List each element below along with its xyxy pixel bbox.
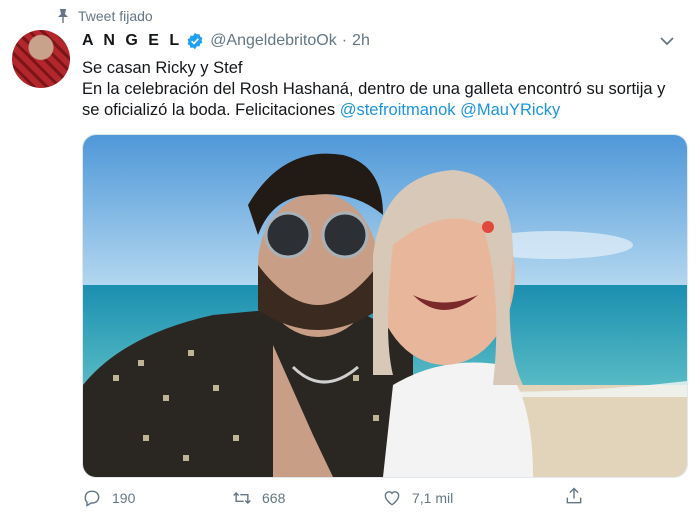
share-button[interactable] — [564, 486, 700, 506]
tweet-actions: 190 668 7,1 mil — [82, 486, 602, 510]
author-name[interactable]: A N G E L — [82, 32, 182, 50]
retweet-icon — [233, 491, 251, 505]
retweet-button[interactable]: 668 — [232, 488, 382, 508]
beach-selfie-photo — [83, 135, 687, 477]
retweet-count: 668 — [262, 490, 286, 506]
verified-badge-icon — [187, 32, 203, 50]
like-button[interactable]: 7,1 mil — [382, 488, 532, 508]
author-handle[interactable]: @AngeldebritoOk — [210, 32, 337, 50]
separator-dot: · — [341, 32, 348, 49]
mention-link-stef[interactable]: @stefroitmanok — [340, 101, 456, 119]
mention-link-ricky[interactable]: @MauYRicky — [460, 101, 560, 119]
pinned-tweet-indicator: Tweet fijado — [56, 8, 153, 24]
reply-button[interactable]: 190 — [82, 488, 232, 508]
tweet-line-2: En la celebración del Rosh Hashaná, dent… — [82, 79, 680, 121]
tweet-photo[interactable] — [82, 134, 688, 478]
reply-icon — [84, 490, 100, 507]
like-icon — [384, 491, 400, 506]
pin-icon — [58, 9, 68, 23]
pinned-label: Tweet fijado — [78, 8, 153, 24]
tweet-text: Se casan Ricky y Stef En la celebración … — [82, 58, 680, 121]
share-icon — [566, 487, 582, 504]
reply-count: 190 — [112, 490, 136, 506]
avatar[interactable] — [12, 30, 70, 88]
chevron-down-icon[interactable] — [658, 32, 676, 50]
tweet-line-1: Se casan Ricky y Stef — [82, 59, 243, 77]
tweet-header: A N G E L @AngeldebritoOk · 2h — [82, 30, 690, 52]
like-count: 7,1 mil — [412, 490, 454, 506]
tweet-time[interactable]: 2h — [352, 32, 370, 50]
